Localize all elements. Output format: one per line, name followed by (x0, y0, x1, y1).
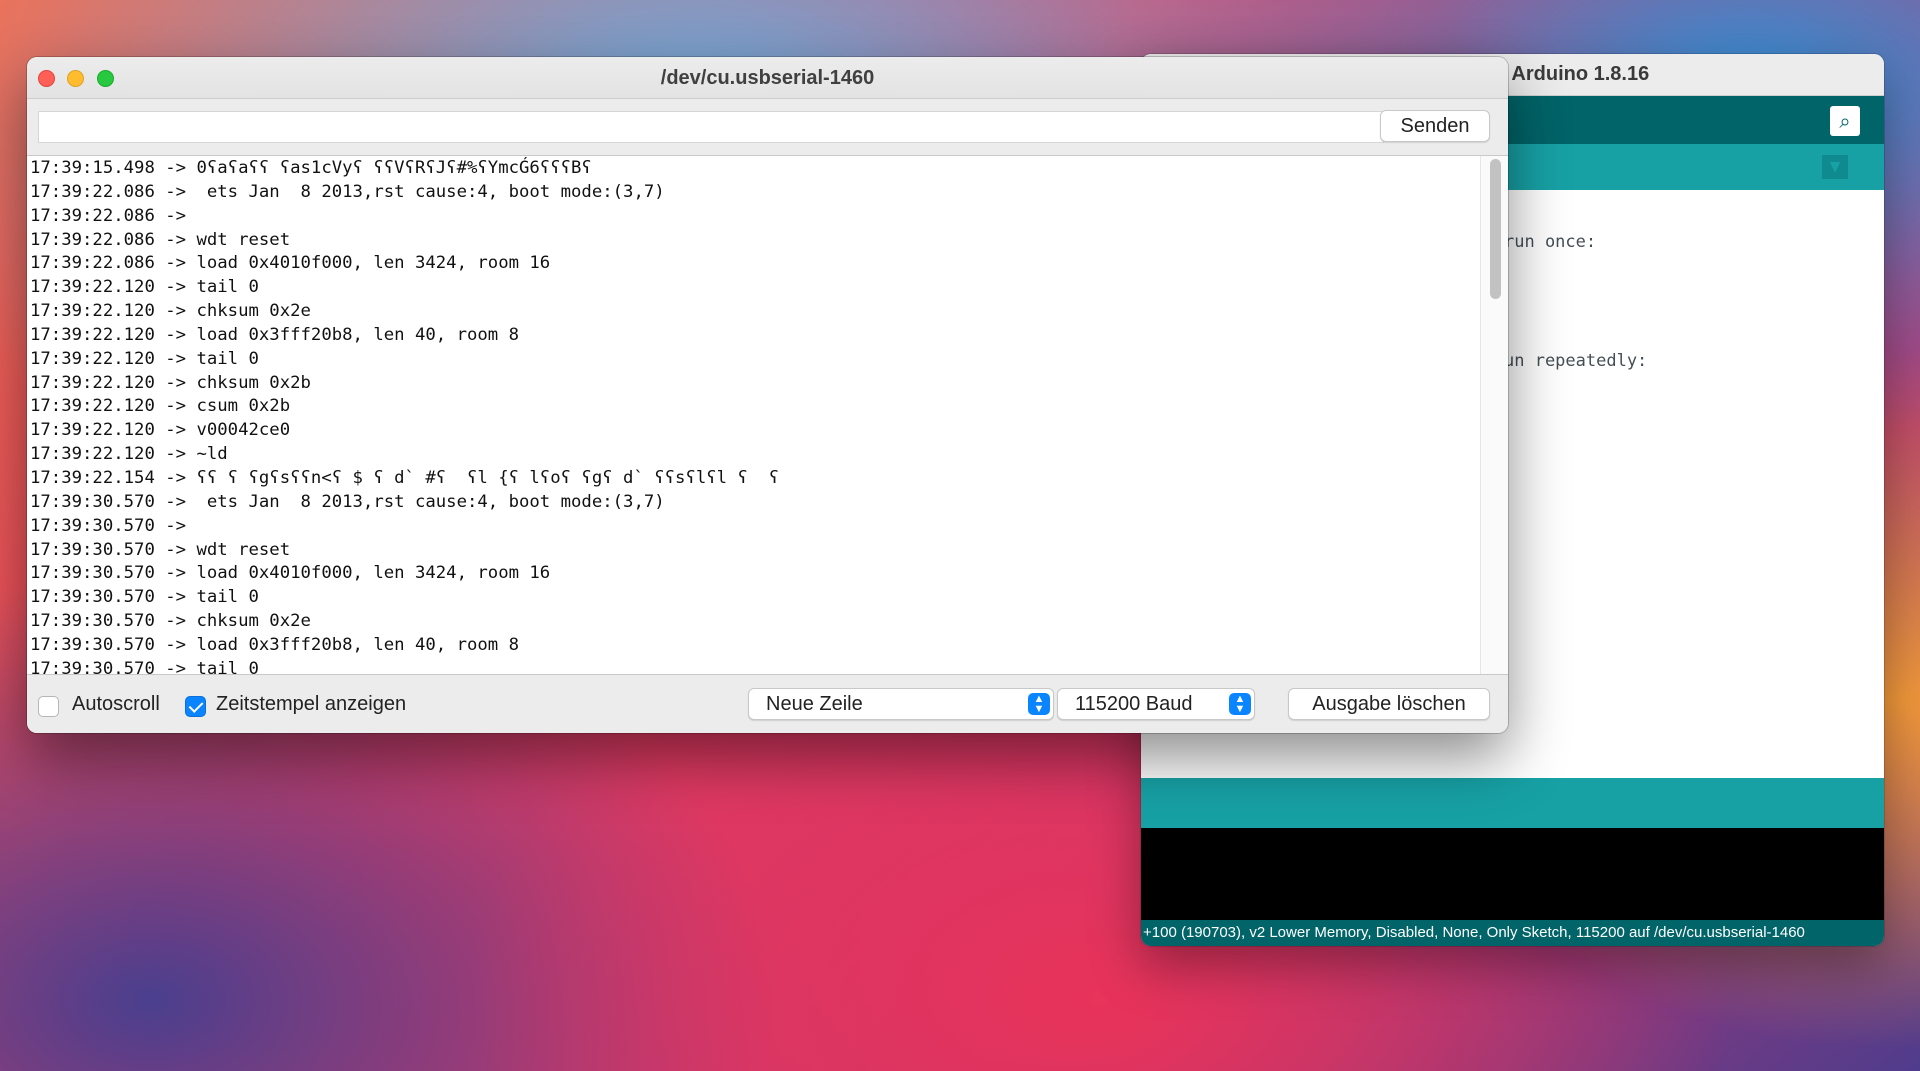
chevron-down-icon: ▼ (1829, 159, 1841, 175)
line-ending-select[interactable]: Neue Zeile ▲ ▼ (748, 688, 1054, 720)
output-line: 17:39:15.498 -> 0ʕaʕaʕʕ ʕas1cVyʕ ʕʕVʕRʕJ… (30, 158, 592, 178)
output-line: 17:39:30.570 -> chksum 0x2e (30, 611, 311, 632)
output-line: 17:39:30.570 -> (30, 515, 197, 536)
timestamp-checkbox[interactable] (185, 696, 206, 717)
output-line: 17:39:22.086 -> wdt reset (30, 229, 291, 250)
ide-window-title: | Arduino 1.8.16 (1501, 63, 1650, 85)
baud-rate-value: 115200 Baud (1075, 693, 1193, 715)
serial-titlebar: /dev/cu.usbserial-1460 (27, 57, 1508, 99)
output-line: 17:39:30.570 -> wdt reset (30, 539, 291, 560)
output-line: 17:39:22.154 -> ʕʕ ʕ ʕgʕsʕʕn<ʕ $ ʕ d` #ʕ… (30, 467, 780, 488)
serial-output[interactable]: 17:39:15.498 -> 0ʕaʕaʕʕ ʕas1cVyʕ ʕʕVʕRʕJ… (27, 155, 1508, 675)
send-input[interactable] (38, 111, 1384, 143)
serial-monitor-window: /dev/cu.usbserial-1460 Senden 17:39:15.4… (27, 57, 1508, 733)
serial-monitor-button[interactable]: ⌕ (1830, 106, 1860, 136)
tab-menu-button[interactable]: ▼ (1822, 155, 1848, 179)
timestamp-label: Zeitstempel anzeigen (216, 693, 407, 715)
output-line: 17:39:30.570 -> load 0x4010f000, len 342… (30, 563, 551, 584)
board-info-footer: +100 (190703), v2 Lower Memory, Disabled… (1141, 920, 1884, 946)
ide-status-bar (1141, 778, 1884, 828)
output-line: 17:39:30.570 -> ets Jan 8 2013,rst cause… (30, 491, 665, 512)
output-line: 17:39:22.086 -> ets Jan 8 2013,rst cause… (30, 181, 665, 202)
output-line: 17:39:22.086 -> (30, 205, 197, 226)
output-line: 17:39:22.120 -> csum 0x2b (30, 396, 291, 417)
scrollbar-thumb[interactable] (1490, 159, 1501, 299)
output-line: 17:39:30.570 -> load 0x3fff20b8, len 40,… (30, 634, 519, 655)
output-lines: 17:39:15.498 -> 0ʕaʕaʕʕ ʕas1cVyʕ ʕʕVʕRʕJ… (30, 157, 780, 675)
output-line: 17:39:22.120 -> tail 0 (30, 277, 259, 298)
chevron-updown-icon: ▲ ▼ (1028, 693, 1050, 715)
clear-output-button[interactable]: Ausgabe löschen (1288, 688, 1490, 720)
autoscroll-label: Autoscroll (72, 693, 160, 715)
baud-rate-select[interactable]: 115200 Baud ▲ ▼ (1057, 688, 1255, 720)
output-line: 17:39:30.570 -> tail 0 (30, 587, 259, 608)
output-line: 17:39:22.120 -> v00042ce0 (30, 420, 291, 441)
send-button[interactable]: Senden (1380, 110, 1490, 142)
code-comment-loop: un repeatedly: (1504, 351, 1648, 371)
autoscroll-checkbox[interactable] (38, 696, 59, 717)
ide-console (1141, 828, 1884, 920)
window-title: /dev/cu.usbserial-1460 (660, 67, 875, 89)
output-line: 17:39:22.120 -> chksum 0x2b (30, 372, 311, 393)
line-ending-value: Neue Zeile (766, 693, 863, 715)
output-line: 17:39:22.086 -> load 0x4010f000, len 342… (30, 253, 551, 274)
output-line: 17:39:22.120 -> ~ld (30, 444, 228, 465)
chevron-updown-icon: ▲ ▼ (1229, 693, 1251, 715)
output-line: 17:39:22.120 -> chksum 0x2e (30, 301, 311, 322)
output-line: 17:39:22.120 -> load 0x3fff20b8, len 40,… (30, 324, 519, 345)
code-comment-setup: run once: (1504, 232, 1597, 252)
scrollbar[interactable] (1480, 156, 1508, 674)
output-line: 17:39:30.570 -> tail 0 (30, 658, 259, 675)
output-line: 17:39:22.120 -> tail 0 (30, 348, 259, 369)
magnifier-icon: ⌕ (1839, 109, 1851, 133)
